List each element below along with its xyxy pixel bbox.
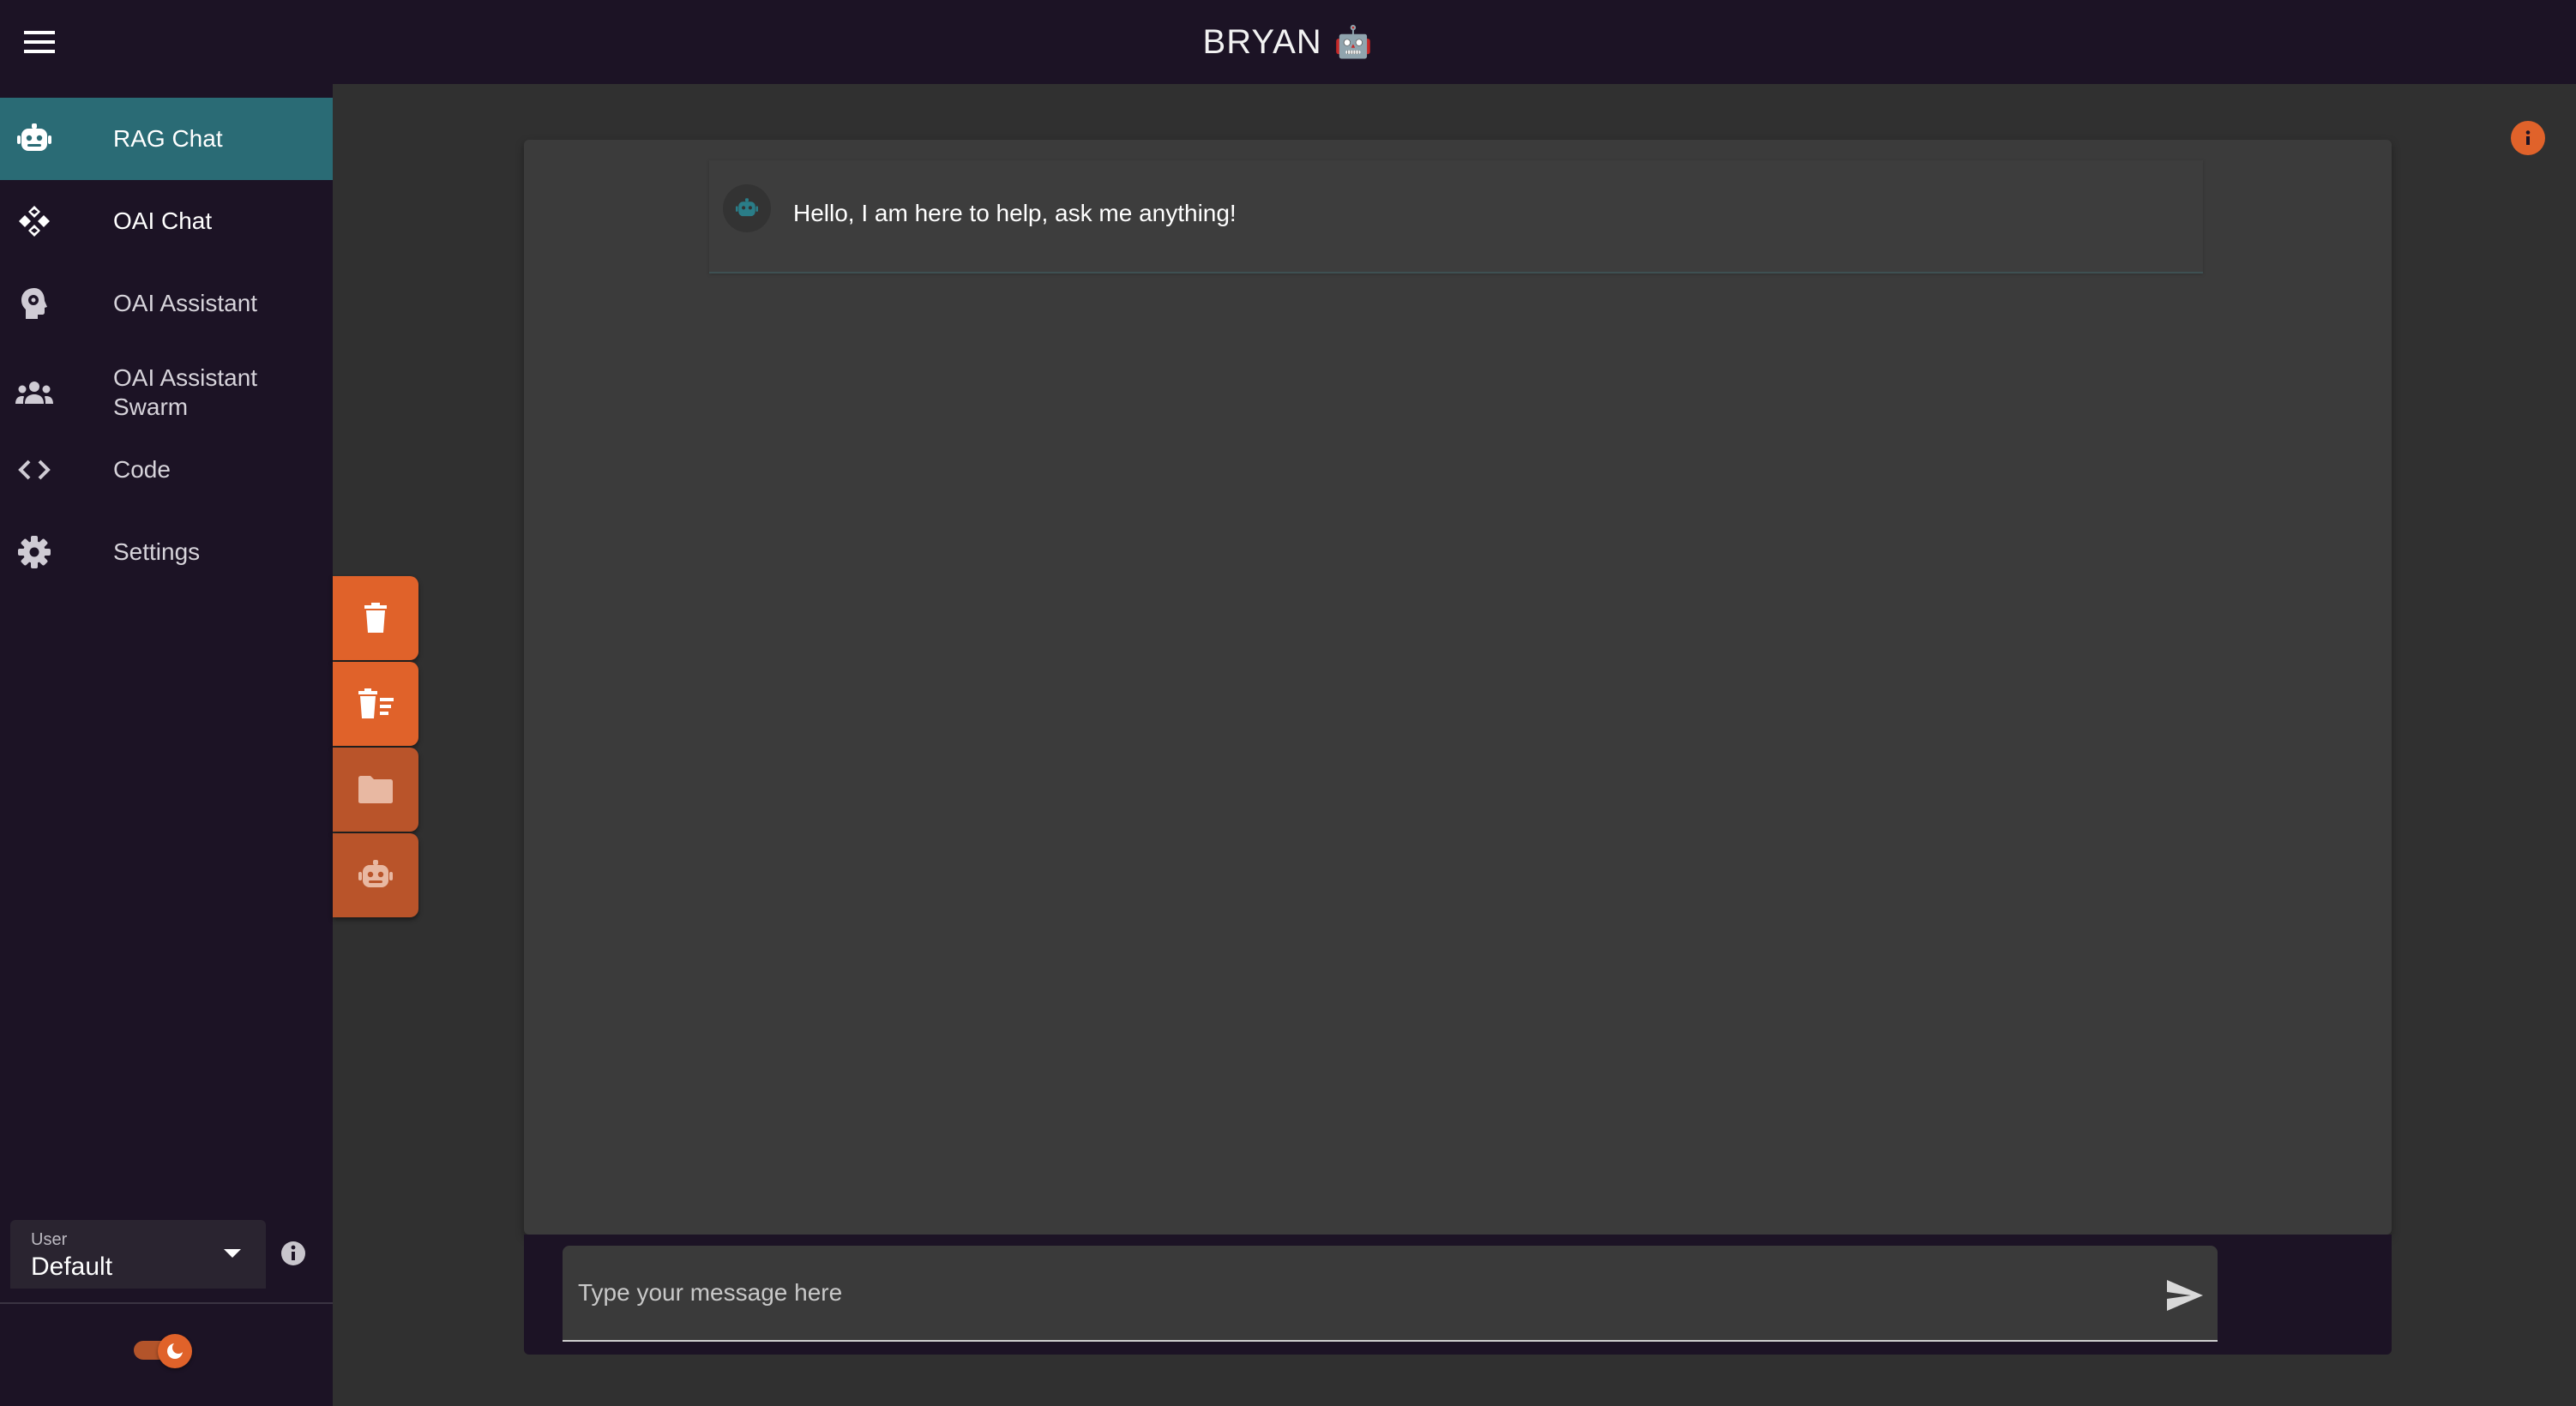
code-icon xyxy=(14,449,55,490)
app-title-text: BRYAN xyxy=(1202,22,1322,61)
app-title: BRYAN 🤖 xyxy=(1203,23,1374,62)
robot-icon xyxy=(14,118,55,159)
sidebar-item-oai-chat[interactable]: OAI Chat xyxy=(0,180,333,262)
sidebar-divider xyxy=(0,1302,333,1304)
message-input-container xyxy=(563,1246,2218,1342)
send-button[interactable] xyxy=(2161,1271,2209,1319)
sidebar-item-settings[interactable]: Settings xyxy=(0,511,333,593)
sidebar-item-label: Code xyxy=(113,456,171,483)
gear-icon xyxy=(14,532,55,573)
send-icon xyxy=(2167,1280,2203,1311)
sidebar: RAG Chat OAI Chat OAI Assistant OAI Assi… xyxy=(0,84,333,1406)
folder-icon xyxy=(358,776,393,803)
message-text: Hello, I am here to help, ask me anythin… xyxy=(793,200,1237,226)
delete-chat-button[interactable] xyxy=(333,576,418,660)
user-select[interactable]: User Default xyxy=(10,1220,266,1289)
message-input[interactable] xyxy=(578,1246,2139,1340)
hamburger-menu-icon xyxy=(24,31,55,53)
trash-list-icon xyxy=(358,688,394,718)
sidebar-item-oai-assistant-swarm[interactable]: OAI Assistant Swarm xyxy=(0,345,333,441)
sidebar-item-label: OAI Assistant xyxy=(113,290,258,316)
assistant-avatar xyxy=(723,184,771,232)
sidebar-item-oai-assistant[interactable]: OAI Assistant xyxy=(0,262,333,345)
user-select-value: Default xyxy=(31,1253,113,1281)
theme-toggle[interactable] xyxy=(132,1332,194,1368)
delete-history-button[interactable] xyxy=(333,662,418,746)
user-info-icon[interactable] xyxy=(280,1240,307,1267)
moon-icon xyxy=(167,1342,184,1359)
head-gear-icon xyxy=(14,283,55,324)
info-button[interactable] xyxy=(2511,121,2545,155)
sidebar-item-code[interactable]: Code xyxy=(0,429,333,511)
hamburger-menu-button[interactable] xyxy=(14,21,65,63)
top-app-bar: BRYAN 🤖 xyxy=(0,0,2576,84)
trash-icon xyxy=(364,603,387,633)
robot-icon xyxy=(358,860,393,887)
user-select-label: User xyxy=(31,1230,68,1249)
open-folder-button[interactable] xyxy=(333,748,418,832)
toggle-thumb xyxy=(158,1334,192,1368)
chevron-down-icon xyxy=(224,1249,241,1258)
openai-icon xyxy=(14,201,55,242)
assistant-message: Hello, I am here to help, ask me anythin… xyxy=(709,160,2203,273)
sidebar-item-label: Settings xyxy=(113,538,201,565)
sidebar-item-label: OAI Chat xyxy=(113,207,213,234)
info-icon xyxy=(2525,130,2531,145)
chat-panel: Hello, I am here to help, ask me anythin… xyxy=(524,140,2392,1355)
sidebar-item-label: OAI Assistant Swarm xyxy=(113,364,258,420)
robot-emoji-icon: 🤖 xyxy=(1333,24,1374,59)
bot-settings-button[interactable] xyxy=(333,833,418,917)
group-icon xyxy=(14,372,55,413)
sidebar-item-label: RAG Chat xyxy=(113,125,223,152)
robot-icon xyxy=(736,198,758,217)
sidebar-item-rag-chat[interactable]: RAG Chat xyxy=(0,98,333,180)
